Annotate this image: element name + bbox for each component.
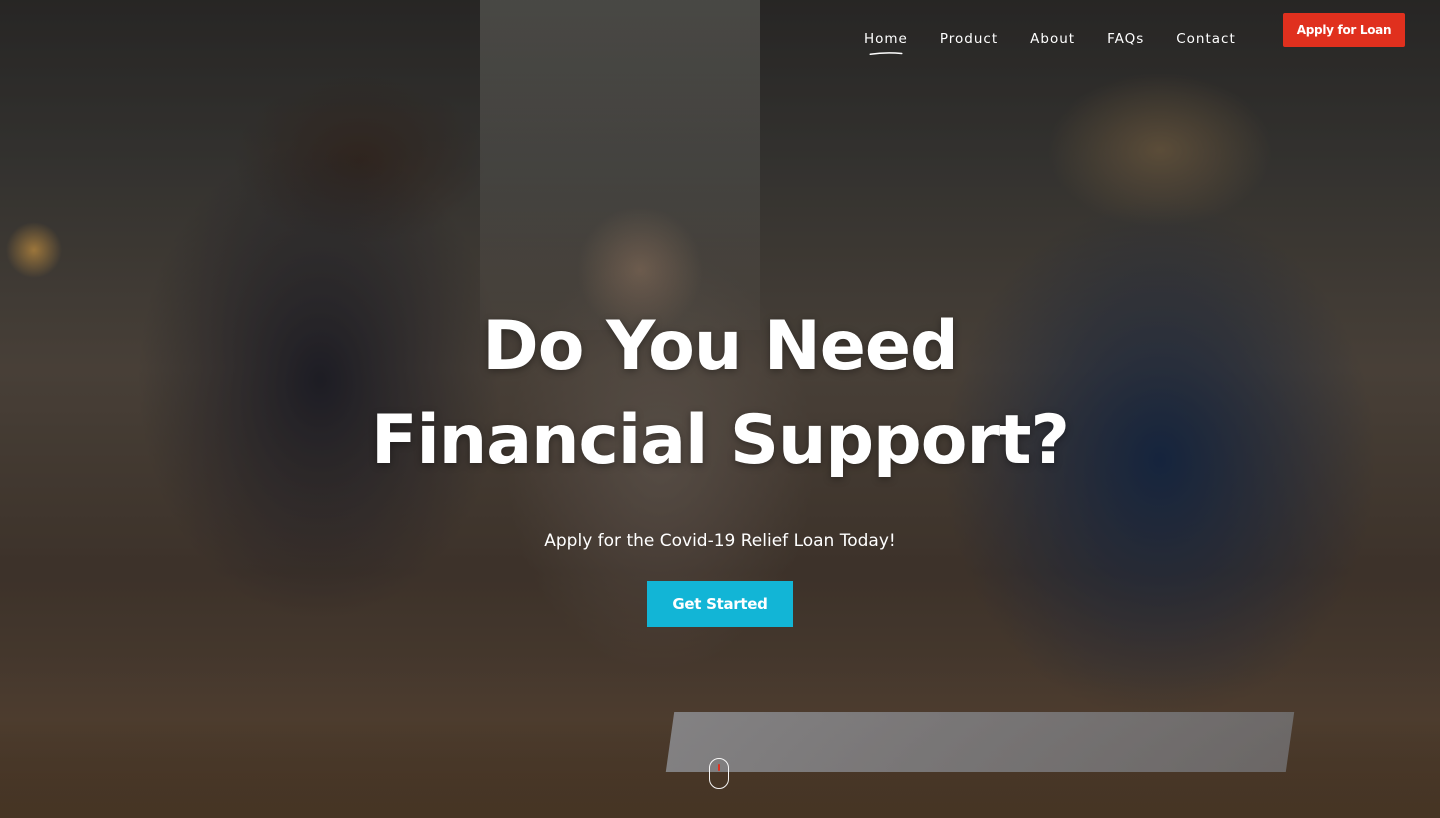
hero-subheadline: Apply for the Covid-19 Relief Loan Today… — [544, 531, 896, 551]
get-started-button[interactable]: Get Started — [647, 581, 793, 627]
nav-item-contact[interactable]: Contact — [1176, 31, 1236, 47]
headline-line-2: Financial Support? — [371, 401, 1070, 480]
top-navigation: Home Product About FAQs Contact Apply fo… — [0, 0, 1440, 70]
active-underline — [869, 52, 903, 55]
hero-section: Home Product About FAQs Contact Apply fo… — [0, 0, 1440, 818]
mouse-scroll-icon[interactable] — [709, 758, 729, 789]
nav-item-product[interactable]: Product — [940, 31, 998, 47]
hero-headline: Do You Need Financial Support? — [0, 300, 1440, 488]
hero-content: Do You Need Financial Support? Apply for… — [0, 300, 1440, 627]
headline-line-1: Do You Need — [482, 307, 958, 386]
nav-menu: Home Product About FAQs Contact — [864, 28, 1236, 55]
nav-item-home[interactable]: Home — [864, 31, 908, 47]
scroll-wheel-dot — [718, 764, 720, 771]
apply-for-loan-button[interactable]: Apply for Loan — [1283, 13, 1405, 47]
nav-item-about[interactable]: About — [1030, 31, 1075, 47]
nav-item-faqs[interactable]: FAQs — [1107, 31, 1144, 47]
